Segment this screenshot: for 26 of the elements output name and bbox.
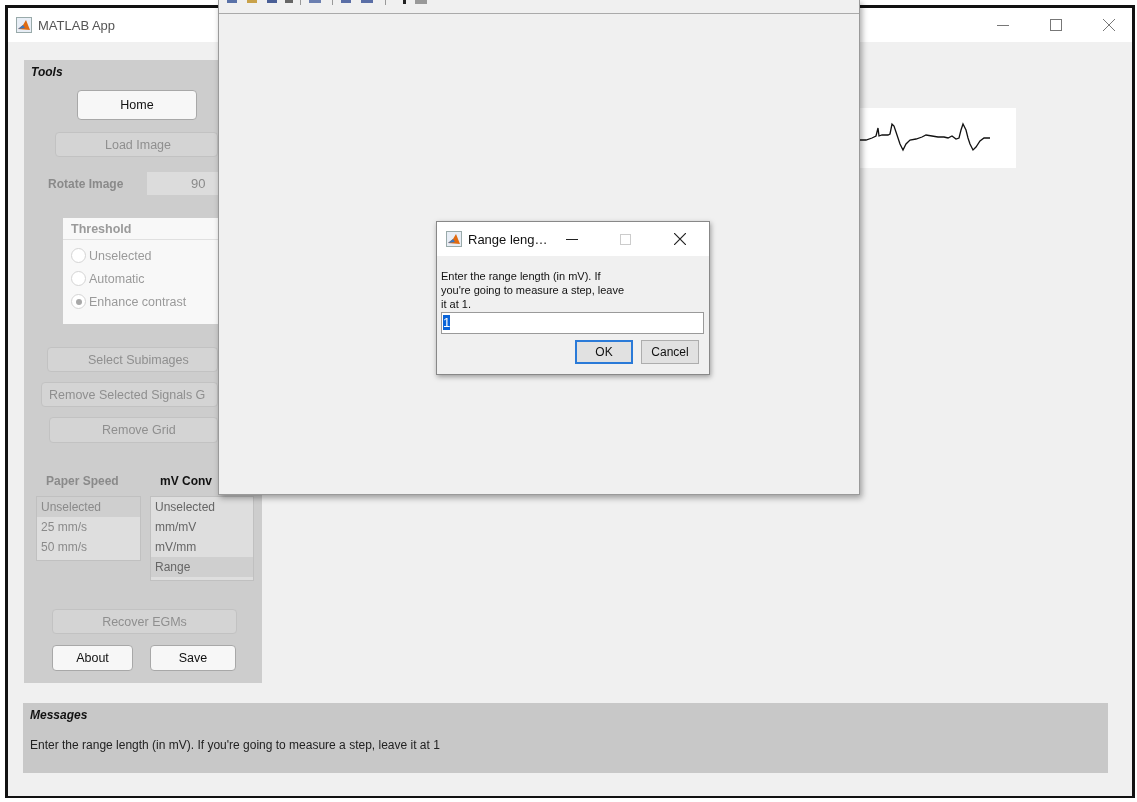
window-title: Range leng…	[468, 231, 546, 247]
app-icon	[446, 231, 462, 247]
prompt-text: Enter the range length (in mV). If you're going to measure a step, leave it at 1.	[441, 269, 626, 311]
list-item[interactable]: mV/mm	[151, 537, 253, 557]
list-item[interactable]: mm/mV	[151, 517, 253, 537]
list-title: Paper Speed	[45, 474, 119, 490]
list-item[interactable]: Unselected	[151, 497, 253, 517]
button[interactable]: Cancel	[641, 340, 699, 364]
list-item[interactable]: Range	[151, 557, 253, 577]
panel-title: Tools	[30, 64, 63, 80]
close-button[interactable]	[674, 233, 686, 245]
radio-label: Unselected	[89, 248, 152, 263]
list-title: mV Conv	[159, 474, 212, 490]
input-field[interactable]: 1	[441, 312, 704, 334]
field-label: Rotate Image	[48, 176, 125, 191]
button[interactable]: About	[52, 645, 133, 671]
panel-title: Messages	[29, 707, 89, 724]
message-text: Enter the range length (in mV). If you're going to measure a step, leave it at 1	[29, 737, 441, 752]
radio-label: Enhance contrast	[89, 294, 187, 309]
maximize-button[interactable]	[1050, 19, 1062, 31]
button[interactable]: Save	[150, 645, 236, 671]
radio-label: Automatic	[89, 271, 145, 286]
window-title: MATLAB App	[38, 17, 116, 33]
button[interactable]: OK	[575, 340, 633, 364]
app-icon	[16, 17, 32, 33]
button[interactable]: Home	[77, 90, 197, 120]
